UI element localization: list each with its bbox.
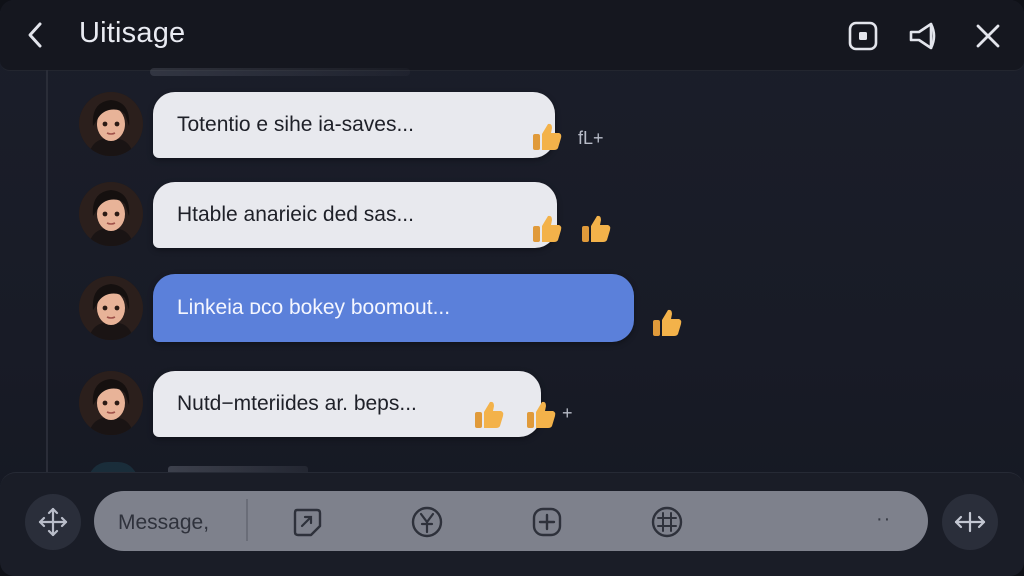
header-bar: Uitisage — [0, 0, 1024, 71]
grid-icon — [651, 506, 683, 538]
message-bubble[interactable]: Totentio e sihe ia-saves... — [153, 92, 555, 158]
message-text: Htable anarieic ded sas... — [177, 203, 414, 226]
add-button[interactable] — [530, 505, 564, 539]
move-icon — [38, 507, 68, 537]
thumbs-up-icon[interactable] — [580, 212, 612, 244]
sticker-icon — [293, 508, 322, 537]
avatar-illustration — [79, 371, 143, 435]
avatar[interactable] — [79, 276, 143, 340]
add-reaction-button[interactable]: fL+ — [578, 128, 604, 149]
grid-button[interactable] — [650, 505, 684, 539]
thumbs-up-icon[interactable] — [525, 398, 557, 430]
chat-window: Uitisage Totentio e sihe ia-saves... fL+… — [0, 0, 1024, 576]
avatar-illustration — [79, 276, 143, 340]
message-row[interactable]: Nutd−mteriides ar. beps... + — [0, 369, 1024, 439]
avatar[interactable] — [79, 92, 143, 156]
megaphone-icon — [909, 22, 936, 50]
thumbs-up-icon[interactable] — [651, 306, 683, 338]
move-button[interactable] — [25, 494, 81, 550]
add-reaction-button[interactable]: + — [562, 403, 573, 424]
message-text: Nutd−mteriides ar. beps... — [177, 392, 417, 415]
thumbs-up-icon[interactable] — [531, 212, 563, 244]
close-button[interactable] — [970, 18, 1006, 54]
thumbs-up-icon[interactable] — [473, 398, 505, 430]
message-bubble[interactable]: Htable anarieic ded sas... — [153, 182, 557, 248]
chat-title: Uitisage — [79, 17, 186, 49]
divider — [246, 499, 248, 541]
more-options[interactable]: ·· — [876, 508, 891, 531]
avatar[interactable] — [79, 182, 143, 246]
close-icon — [976, 24, 1000, 48]
currency-button[interactable] — [410, 505, 444, 539]
back-button[interactable] — [18, 18, 52, 52]
back-icon — [28, 22, 42, 48]
add-icon — [532, 507, 562, 537]
pip-button[interactable] — [845, 18, 881, 54]
message-text: Totentio e sihe ia-saves... — [177, 113, 414, 136]
pip-icon — [848, 21, 878, 51]
avatar-illustration — [79, 92, 143, 156]
avatar-illustration — [79, 182, 143, 246]
thumbs-up-icon[interactable] — [531, 120, 563, 152]
avatar[interactable] — [79, 371, 143, 435]
message-row[interactable]: Linkeia ᴅco bokey boomout... — [0, 274, 1024, 344]
resize-button[interactable] — [942, 494, 998, 550]
sticker-button[interactable] — [290, 505, 324, 539]
message-row[interactable]: Totentio e sihe ia-saves... fL+ — [0, 90, 1024, 160]
message-text: Linkeia ᴅco bokey boomout... — [177, 296, 451, 319]
resize-horizontal-icon — [954, 511, 986, 533]
faded-previous-message — [150, 68, 410, 76]
message-input[interactable] — [116, 508, 250, 538]
currency-icon — [411, 506, 443, 538]
announce-button[interactable] — [906, 18, 942, 54]
message-bubble-highlighted[interactable]: Linkeia ᴅco bokey boomout... — [153, 274, 634, 342]
message-row[interactable]: Htable anarieic ded sas... — [0, 180, 1024, 250]
